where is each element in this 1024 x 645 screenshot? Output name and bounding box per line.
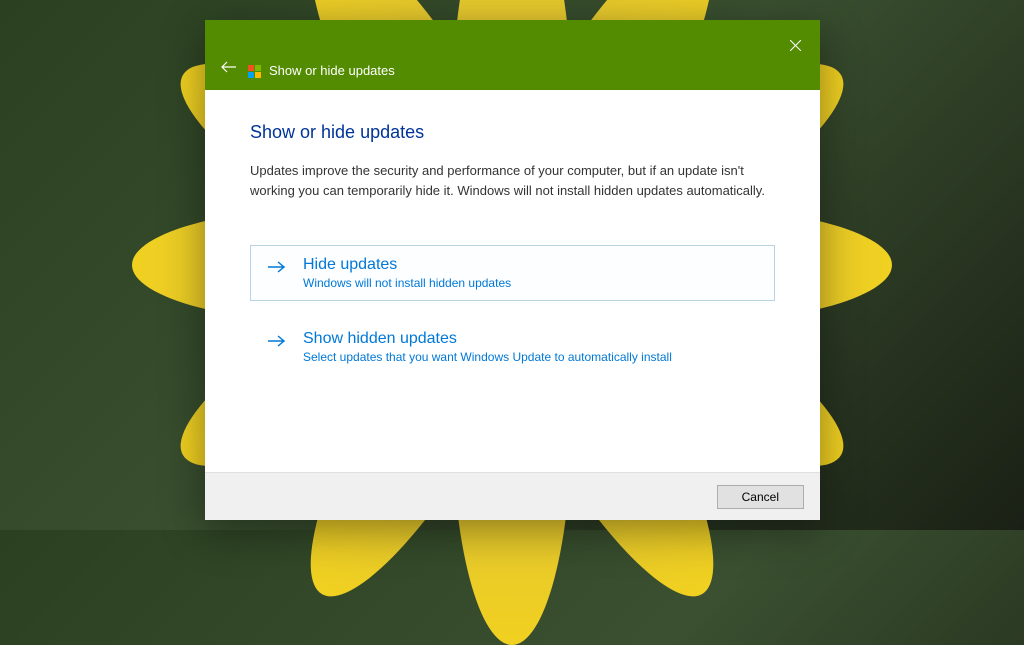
arrow-right-icon: [267, 332, 285, 353]
dialog-footer: Cancel: [205, 472, 820, 520]
close-button[interactable]: [780, 30, 810, 60]
arrow-right-icon: [267, 258, 285, 279]
back-arrow-icon: [221, 61, 237, 73]
update-troubleshooter-dialog: Show or hide updates Show or hide update…: [205, 20, 820, 520]
dialog-header-title: Show or hide updates: [269, 63, 395, 78]
back-button[interactable]: [221, 60, 237, 78]
dialog-body: Show or hide updates Updates improve the…: [205, 90, 820, 472]
close-icon: [790, 40, 801, 51]
option-show-hidden-updates[interactable]: Show hidden updates Select updates that …: [250, 319, 775, 375]
page-title: Show or hide updates: [250, 122, 775, 143]
option-subtitle: Select updates that you want Windows Upd…: [303, 350, 758, 364]
option-hide-updates[interactable]: Hide updates Windows will not install hi…: [250, 245, 775, 301]
page-description: Updates improve the security and perform…: [250, 161, 775, 200]
windows-logo-icon: [247, 64, 261, 78]
dialog-header: Show or hide updates: [205, 20, 820, 90]
option-subtitle: Windows will not install hidden updates: [303, 276, 758, 290]
cancel-button[interactable]: Cancel: [717, 485, 804, 509]
option-title: Show hidden updates: [303, 330, 758, 348]
option-title: Hide updates: [303, 256, 758, 274]
